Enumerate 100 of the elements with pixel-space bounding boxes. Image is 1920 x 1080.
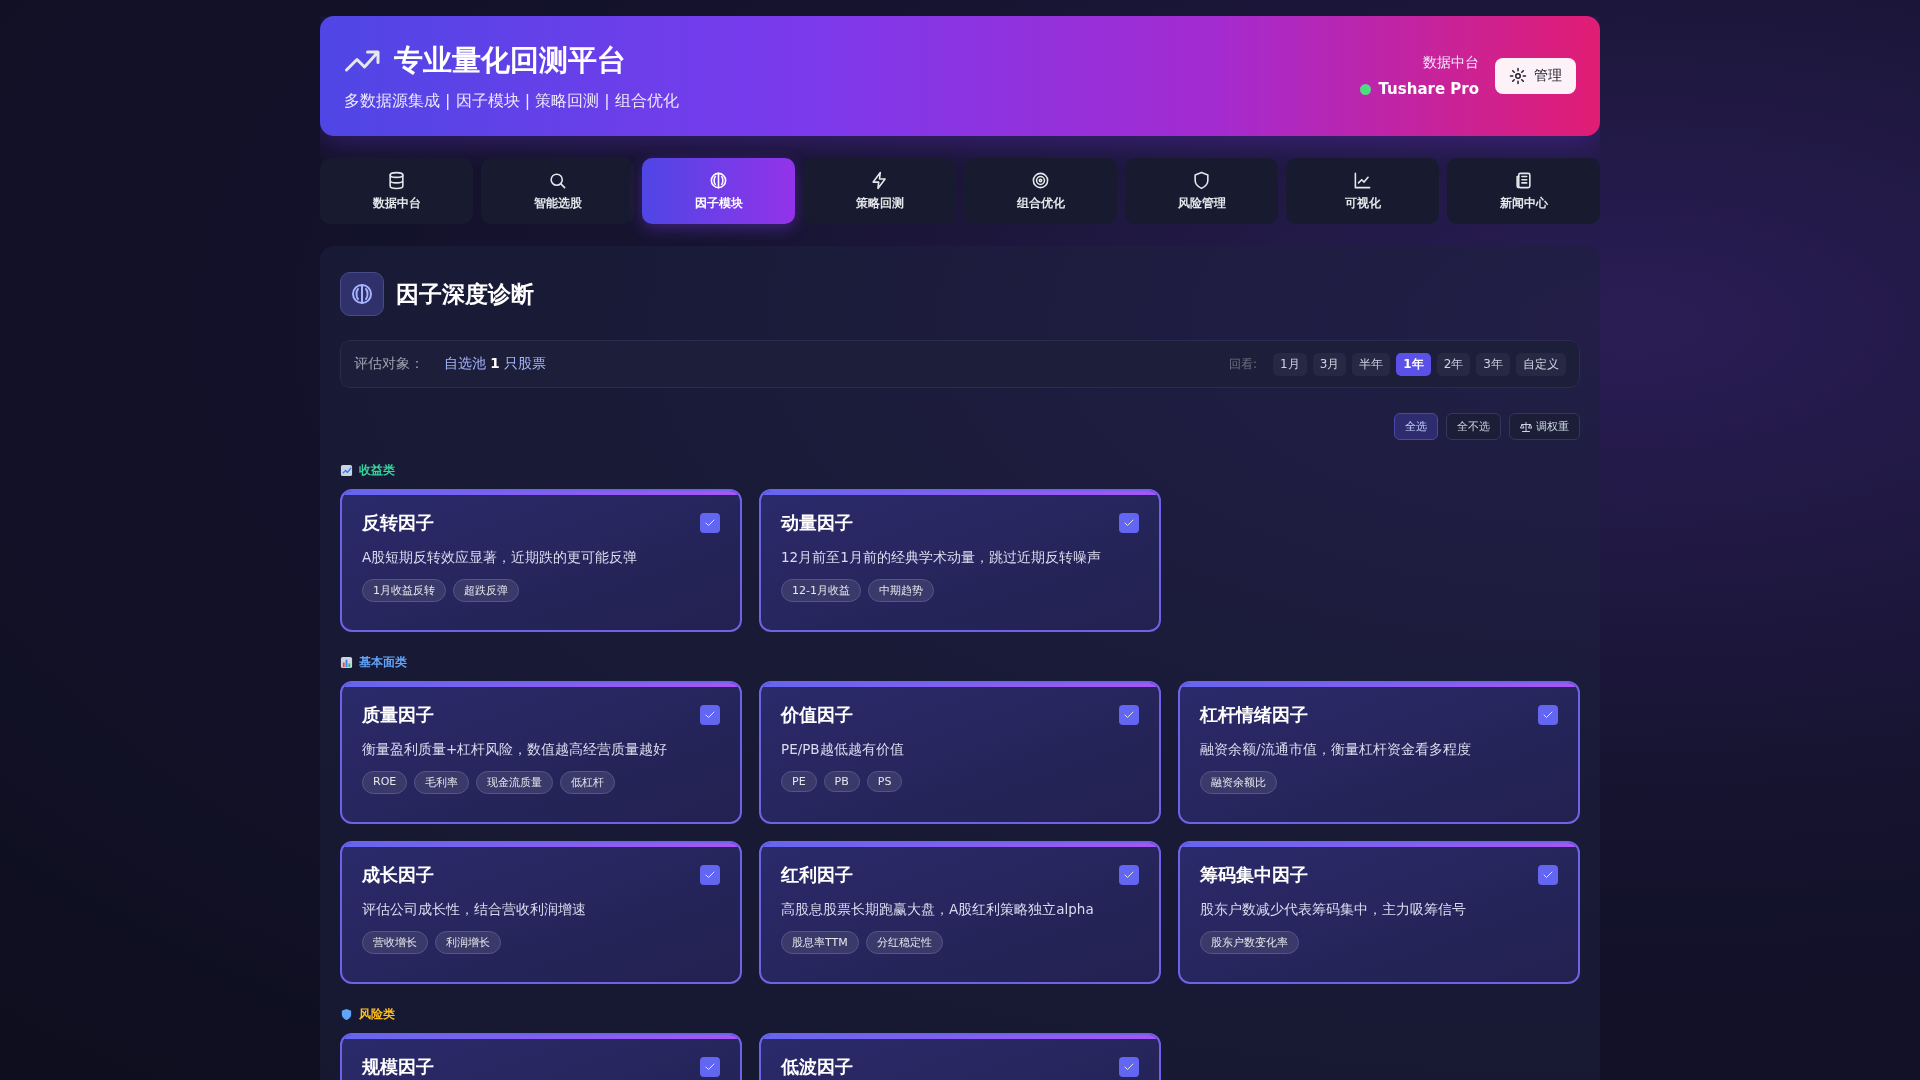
factor-description: 融资余额/流通市值，衡量杠杆资金看多程度 — [1200, 741, 1472, 759]
nav-tab[interactable]: 新闻中心 — [1447, 158, 1600, 224]
nav-tab[interactable]: 可视化 — [1286, 158, 1439, 224]
factor-tag: 12-1月收益 — [781, 579, 861, 602]
factor-description: A股短期反转效应显著，近期跌的更可能反弹 — [362, 549, 639, 567]
checkmark-icon — [1123, 869, 1135, 881]
nav-tab[interactable]: 风险管理 — [1125, 158, 1278, 224]
factor-tag: 1月收益反转 — [362, 579, 446, 602]
factor-tag: PB — [823, 771, 860, 792]
factor-description: 衡量盈利质量+杠杆风险，数值越高经营质量越好 — [362, 741, 669, 759]
checkbox[interactable] — [1119, 513, 1139, 533]
factor-title: 成长因子 — [362, 863, 434, 887]
factor-tag: 利润增长 — [435, 931, 501, 954]
target-label: 评估对象： — [354, 355, 424, 373]
data-source-label: 数据中台 — [1423, 54, 1479, 72]
nav-tab[interactable]: 因子模块 — [642, 158, 795, 224]
newspaper-icon — [1514, 170, 1533, 190]
lookback-label: 回看: — [1229, 355, 1258, 373]
factor-card[interactable]: 低波因子 — [759, 1033, 1161, 1080]
factor-tag: 超跌反弹 — [453, 579, 519, 602]
period-button[interactable]: 1月 — [1273, 352, 1307, 376]
action-button[interactable]: 全选 — [1394, 413, 1438, 440]
database-icon — [387, 170, 406, 190]
factor-title: 筹码集中因子 — [1200, 863, 1308, 887]
checkbox[interactable] — [1119, 705, 1139, 725]
factor-card[interactable]: 质量因子 衡量盈利质量+杠杆风险，数值越高经营质量越好 ROE 毛利率 现金流质量 低杠杆 — [340, 681, 742, 824]
nav-tab[interactable]: 数据中台 — [320, 158, 473, 224]
target-icon — [1031, 170, 1050, 190]
group-label: 风险类 — [359, 1006, 395, 1023]
factor-card[interactable]: 成长因子 评估公司成长性，结合营收利润增速 营收增长 利润增长 — [340, 841, 742, 984]
checkmark-icon — [1542, 869, 1554, 881]
factor-card[interactable]: 筹码集中因子 股东户数减少代表筹码集中，主力吸筹信号 股东户数变化率 — [1178, 841, 1580, 984]
factor-card[interactable]: 价值因子 PE/PB越低越有价值 PE PB PS — [759, 681, 1161, 824]
factor-tag: 分红稳定性 — [865, 931, 943, 954]
factor-tag: 股息率TTM — [781, 931, 859, 954]
factor-description: 股东户数减少代表筹码集中，主力吸筹信号 — [1200, 901, 1467, 919]
chart-up-icon — [340, 464, 353, 477]
checkbox[interactable] — [700, 1057, 720, 1077]
action-button[interactable]: 调权重 — [1509, 413, 1580, 440]
nav-tab[interactable]: 智能选股 — [481, 158, 634, 224]
nav-tab[interactable]: 策略回测 — [803, 158, 956, 224]
factor-tag: 营收增长 — [362, 931, 428, 954]
shield-icon — [1192, 170, 1211, 190]
factor-tag: 股东户数变化率 — [1200, 931, 1299, 954]
app-title: 专业量化回测平台 — [394, 41, 626, 79]
factor-title: 反转因子 — [362, 511, 434, 535]
lightning-icon — [870, 170, 889, 190]
factor-title: 价值因子 — [781, 703, 853, 727]
checkbox[interactable] — [1119, 1057, 1139, 1077]
factor-title: 质量因子 — [362, 703, 434, 727]
checkmark-icon — [704, 869, 716, 881]
scale-icon — [1520, 420, 1532, 433]
period-button[interactable]: 半年 — [1352, 352, 1391, 376]
factor-tag: PS — [866, 771, 903, 792]
factor-tag: 中期趋势 — [867, 579, 934, 602]
period-button[interactable]: 1年 — [1396, 352, 1431, 376]
factor-card[interactable]: 反转因子 A股短期反转效应显著，近期跌的更可能反弹 1月收益反转 超跌反弹 — [340, 489, 742, 632]
factor-tag: PE — [781, 771, 817, 792]
factor-title: 动量因子 — [781, 511, 853, 535]
manage-button[interactable]: 管理 — [1495, 58, 1576, 94]
factor-tag: 融资余额比 — [1200, 771, 1277, 794]
checkmark-icon — [1123, 709, 1135, 721]
period-button[interactable]: 3月 — [1312, 352, 1347, 376]
factor-card[interactable]: 动量因子 12月前至1月前的经典学术动量，跳过近期反转噪声 12-1月收益 中期趋势 — [759, 489, 1161, 632]
search-icon — [548, 170, 567, 190]
factor-title: 低波因子 — [781, 1055, 853, 1079]
period-button[interactable]: 自定义 — [1516, 352, 1566, 376]
checkmark-icon — [704, 709, 716, 721]
period-button[interactable]: 2年 — [1436, 352, 1471, 376]
action-button[interactable]: 全不选 — [1446, 413, 1501, 440]
checkbox[interactable] — [1538, 705, 1558, 725]
settings-icon — [1509, 67, 1527, 85]
factor-tag: 低杠杆 — [560, 771, 616, 794]
group-label: 收益类 — [359, 462, 395, 479]
shield-icon — [340, 1008, 353, 1021]
factor-card[interactable]: 规模因子 — [340, 1033, 742, 1080]
checkmark-icon — [1123, 1061, 1135, 1073]
factor-card[interactable]: 杠杆情绪因子 融资余额/流通市值，衡量杠杆资金看多程度 融资余额比 — [1178, 681, 1580, 824]
factor-description: PE/PB越低越有价值 — [781, 741, 905, 759]
factor-title: 杠杆情绪因子 — [1200, 703, 1308, 727]
checkbox[interactable] — [700, 865, 720, 885]
section-title: 因子深度诊断 — [396, 279, 534, 309]
group-label: 基本面类 — [359, 654, 407, 671]
period-button[interactable]: 3年 — [1476, 352, 1510, 376]
factor-description: 高股息股票长期跑赢大盘，A股红利策略独立alpha — [781, 901, 1095, 919]
data-source-name: Tushare Pro — [1378, 80, 1479, 98]
factor-description: 评估公司成长性，结合营收利润增速 — [362, 901, 587, 919]
factor-title: 红利因子 — [781, 863, 853, 887]
line-chart-icon — [1353, 170, 1372, 190]
bar-chart-icon — [340, 656, 353, 669]
checkmark-icon — [1123, 517, 1135, 529]
checkbox[interactable] — [1538, 865, 1558, 885]
target-value: 自选池 1 只股票 — [444, 355, 546, 373]
nav-tab[interactable]: 组合优化 — [964, 158, 1117, 224]
checkbox[interactable] — [1119, 865, 1139, 885]
factor-card[interactable]: 红利因子 高股息股票长期跑赢大盘，A股红利策略独立alpha 股息率TTM 分红稳定性 — [759, 841, 1161, 984]
checkmark-icon — [1542, 709, 1554, 721]
factor-title: 规模因子 — [362, 1055, 434, 1079]
checkbox[interactable] — [700, 513, 720, 533]
checkbox[interactable] — [700, 705, 720, 725]
